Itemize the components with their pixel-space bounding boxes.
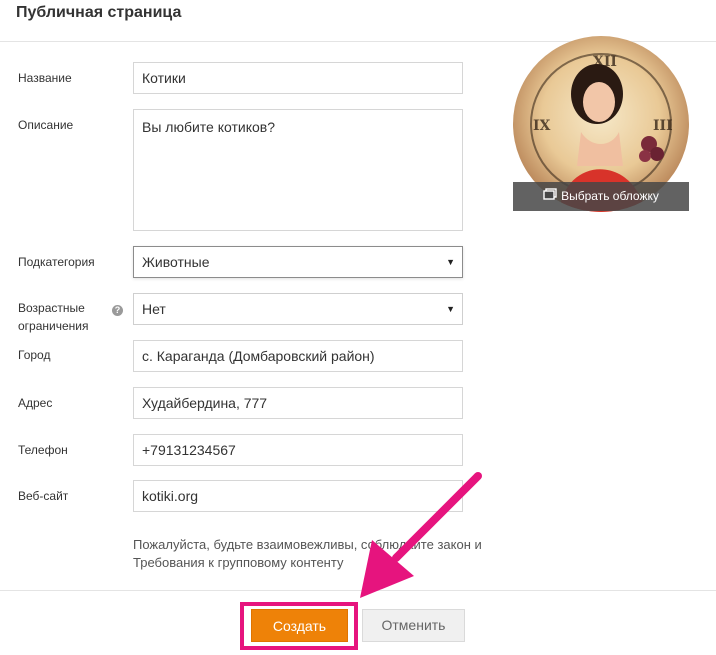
annotation-arrow — [360, 472, 482, 598]
